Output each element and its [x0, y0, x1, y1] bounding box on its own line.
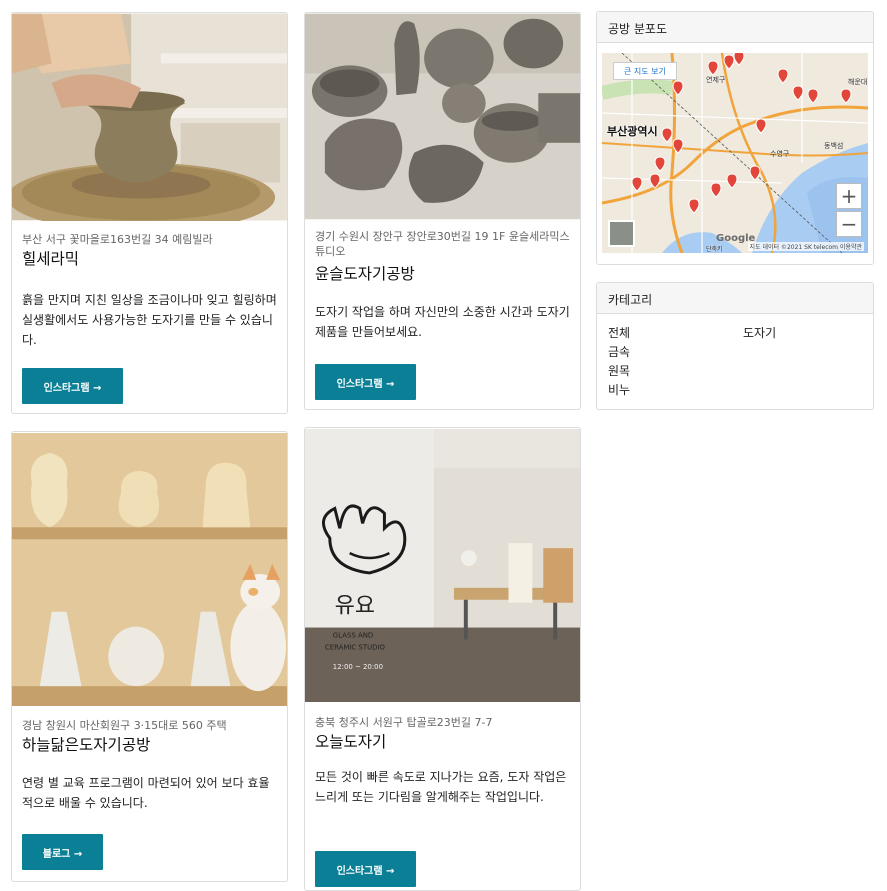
map-district-label: 동백섬 [824, 142, 844, 150]
category-item-metal[interactable]: 금속 [608, 343, 630, 361]
instagram-button[interactable]: 인스타그램 → [22, 368, 123, 404]
instagram-button[interactable]: 인스타그램 → [315, 851, 416, 887]
card-title: 힐세라믹 [22, 250, 80, 268]
map-district-label: 수영구 [770, 150, 790, 158]
card-photo[interactable] [305, 13, 580, 220]
card-photo[interactable]: 유요 GLASS AND CERAMIC STUDIO 12:00 ~ 20:0… [305, 428, 580, 703]
workshop-card: 경남 창원시 마산회원구 3·15대로 560 주택 하늘닮은도자기공방 연령 … [11, 431, 288, 882]
map-district-label: 연제구 [706, 76, 726, 84]
card-address: 경남 창원시 마산회원구 3·15대로 560 주택 [22, 719, 227, 732]
instagram-button[interactable]: 인스타그램 → [315, 364, 416, 400]
keyboard-shortcuts-link[interactable]: 단축키 [706, 244, 723, 253]
sign-hours: 12:00 ~ 20:00 [333, 663, 383, 671]
map-canvas [602, 53, 868, 253]
category-item-ceramics[interactable]: 도자기 [743, 324, 776, 342]
street-view-icon[interactable] [608, 220, 635, 247]
zoom-in-button[interactable]: + [836, 183, 862, 209]
card-photo[interactable] [12, 13, 287, 221]
card-address: 충북 청주시 서원구 탑골로23번길 7-7 [315, 716, 493, 729]
sign-line-2: CERAMIC STUDIO [325, 643, 386, 651]
card-description: 연령 별 교육 프로그램이 마련되어 있어 보다 효율적으로 배울 수 있습니다… [22, 776, 270, 810]
map-attribution[interactable]: 지도 데이터 ©2021 SK telecom 이용약관 [747, 242, 864, 251]
category-panel-title: 카테고리 [597, 283, 873, 314]
workshop-card: 유요 GLASS AND CERAMIC STUDIO 12:00 ~ 20:0… [304, 427, 581, 891]
map-district-label: 해운대 [848, 78, 868, 86]
workshop-card: 부산 서구 꽃마을로163번길 34 예림빌라 힐세라믹 흙을 만지며 지친 일… [11, 12, 288, 414]
card-description: 흙을 만지며 지친 일상을 조금이나마 잊고 힐링하며 실생활에서도 사용가능한… [22, 293, 277, 347]
card-title: 윤슬도자기공방 [315, 265, 415, 283]
category-item-all[interactable]: 전체 [608, 324, 630, 342]
map-city-label: 부산광역시 [607, 125, 658, 138]
card-title: 오늘도자기 [315, 733, 387, 751]
map-panel: 공방 분포도 큰 지도 보기 부산광역시 연제구 수영구 해운대 동백섬 + −… [596, 11, 874, 265]
sign-logo-text: 유요 [335, 594, 375, 619]
card-address: 경기 수원시 장안구 장안로30번길 19 1F 윤슬세라믹스튜디오 [315, 230, 570, 258]
big-map-button[interactable]: 큰 지도 보기 [613, 62, 677, 80]
zoom-out-button[interactable]: − [836, 211, 862, 237]
card-description: 모든 것이 빠른 속도로 지나가는 요즘, 도자 작업은 느리게 또는 기다림을… [315, 770, 567, 804]
card-address: 부산 서구 꽃마을로163번길 34 예림빌라 [22, 233, 213, 246]
map-panel-title: 공방 분포도 [597, 12, 873, 43]
distribution-map[interactable]: 큰 지도 보기 부산광역시 연제구 수영구 해운대 동백섬 + − Google… [602, 53, 868, 253]
card-title: 하늘닮은도자기공방 [22, 736, 151, 754]
card-description: 도자기 작업을 하며 자신만의 소중한 시간과 도자기 제품을 만들어보세요. [315, 305, 570, 339]
category-item-soap[interactable]: 비누 [608, 381, 630, 399]
card-photo[interactable] [12, 432, 287, 707]
workshop-card: 경기 수원시 장안구 장안로30번길 19 1F 윤슬세라믹스튜디오 윤슬도자기… [304, 12, 581, 410]
category-panel: 카테고리 전체 도자기 금속 원목 비누 [596, 282, 874, 410]
blog-button[interactable]: 블로그 → [22, 834, 103, 870]
sign-line-1: GLASS AND [333, 631, 373, 639]
category-item-wood[interactable]: 원목 [608, 362, 630, 380]
